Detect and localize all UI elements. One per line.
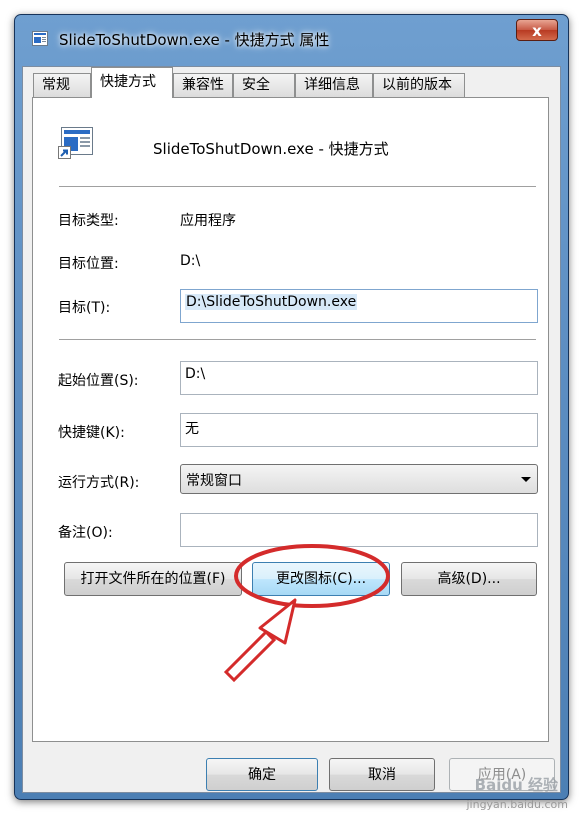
target-value: D:\SlideToShutDown.exe [185,294,358,310]
hotkey-field[interactable]: 无 [180,413,538,447]
target-type-value: 应用程序 [180,213,236,229]
watermark-url: jingyan.baidu.com [466,798,568,811]
close-button[interactable]: x [516,19,558,41]
target-location-value: D:\ [180,253,201,269]
shortcut-app-icon [32,31,48,46]
tab-general[interactable]: 常规 [33,73,91,97]
run-select[interactable]: 常规窗口 [180,464,538,494]
properties-window: SlideToShutDown.exe - 快捷方式 属性 x 常规 快捷方式 … [14,14,569,800]
run-label: 运行方式(R): [58,475,140,491]
divider [59,186,536,188]
open-file-location-button[interactable]: 打开文件所在的位置(F) [64,562,242,596]
window-title: SlideToShutDown.exe - 快捷方式 属性 [59,31,330,49]
close-icon: x [532,22,542,40]
tab-shortcut[interactable]: 快捷方式 [91,67,173,98]
hotkey-value: 无 [185,421,199,437]
run-value: 常规窗口 [186,473,242,489]
start-in-field[interactable]: D:\ [180,361,538,395]
baidu-watermark-logo: Baidu 经验 [474,776,558,794]
tab-compatibility[interactable]: 兼容性 [173,73,233,97]
comment-label: 备注(O): [58,525,113,541]
divider [59,339,536,341]
target-field[interactable]: D:\SlideToShutDown.exe [180,289,538,323]
tab-security[interactable]: 安全 [233,73,295,97]
ok-button[interactable]: 确定 [206,758,318,791]
hotkey-label: 快捷键(K): [58,425,125,441]
target-type-label: 目标类型: [58,213,119,229]
start-in-value: D:\ [185,366,206,382]
cancel-button[interactable]: 取消 [329,758,435,791]
start-in-label: 起始位置(S): [58,373,139,389]
target-label: 目标(T): [58,300,111,316]
advanced-button[interactable]: 高级(D)... [401,562,537,596]
shortcut-tab-panel: SlideToShutDown.exe - 快捷方式 目标类型: 应用程序 目标… [32,97,549,742]
tab-details[interactable]: 详细信息 [295,73,373,97]
dialog-client-area: 常规 快捷方式 兼容性 安全 详细信息 以前的版本 SlideToShutDow… [22,66,561,793]
target-location-label: 目标位置: [58,256,119,272]
tab-previous-versions[interactable]: 以前的版本 [373,73,465,97]
chevron-down-icon [521,477,531,482]
shortcut-name: SlideToShutDown.exe - 快捷方式 [153,140,389,158]
change-icon-button[interactable]: 更改图标(C)... [252,562,390,596]
shortcut-large-icon [58,127,93,159]
comment-field[interactable] [180,513,538,547]
title-bar[interactable]: SlideToShutDown.exe - 快捷方式 属性 x [15,15,568,59]
